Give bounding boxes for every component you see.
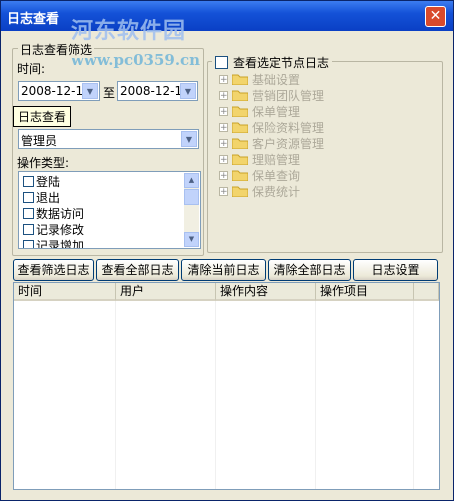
date-to-separator: 至 xyxy=(103,86,116,100)
expand-icon: + xyxy=(219,186,228,197)
expand-icon: + xyxy=(219,170,228,181)
chevron-down-icon[interactable]: ▼ xyxy=(82,83,98,99)
folder-icon xyxy=(232,170,248,181)
tooltip: 日志查看 xyxy=(13,106,72,127)
column-header-user[interactable]: 用户 xyxy=(116,283,216,301)
tree-node[interactable]: + 理赔管理 xyxy=(219,151,300,167)
chevron-down-icon[interactable]: ▼ xyxy=(180,83,196,99)
node-log-checkbox-label: 查看选定节点日志 xyxy=(233,56,330,70)
column-divider xyxy=(315,301,316,489)
tree-node[interactable]: + 客户资源管理 xyxy=(219,135,324,151)
filter-group-label: 日志查看筛选 xyxy=(18,41,95,58)
optype-scrollbar[interactable]: ▲ ▼ xyxy=(184,173,199,247)
checkbox[interactable] xyxy=(23,208,34,219)
view-all-logs-button[interactable]: 查看全部日志 xyxy=(96,259,179,281)
folder-icon xyxy=(232,74,248,85)
chevron-down-icon[interactable]: ▼ xyxy=(181,131,197,147)
tree-node[interactable]: + 保单管理 xyxy=(219,103,300,119)
tree-node[interactable]: + 营销团队管理 xyxy=(219,87,324,103)
user-select[interactable]: 管理员 ▼ xyxy=(18,129,199,149)
expand-icon: + xyxy=(219,74,228,85)
node-tree: + 基础设置 + 营销团队管理 + 保单管理 + 保险资料管理 + 客户资源管理 + 理赔管… xyxy=(203,71,433,201)
expand-icon: + xyxy=(219,154,228,165)
log-viewer-window: 日志查看 河东软件园 ✕ www.pc0359.cn 日志查看筛选 时间: 20… xyxy=(0,0,454,501)
checkbox[interactable] xyxy=(23,240,34,248)
date-from-value: 2008-12-13 xyxy=(21,84,91,98)
checkbox[interactable] xyxy=(23,224,34,235)
folder-icon xyxy=(232,90,248,101)
list-item[interactable]: 登陆 xyxy=(23,174,60,189)
list-item[interactable]: 记录修改 xyxy=(23,222,84,237)
optype-label: 操作类型: xyxy=(17,156,70,170)
scroll-up-icon[interactable]: ▲ xyxy=(184,173,199,188)
time-label: 时间: xyxy=(17,62,46,76)
column-header-item[interactable]: 操作项目 xyxy=(316,283,414,301)
folder-icon xyxy=(232,122,248,133)
view-filtered-logs-button[interactable]: 查看筛选日志 xyxy=(13,259,94,281)
folder-icon xyxy=(232,106,248,117)
folder-icon xyxy=(232,154,248,165)
tree-node[interactable]: + 保费统计 xyxy=(219,183,300,199)
expand-icon: + xyxy=(219,122,228,133)
folder-icon xyxy=(232,186,248,197)
close-icon: ✕ xyxy=(429,8,442,24)
list-item[interactable]: 退出 xyxy=(23,190,60,205)
scroll-down-icon[interactable]: ▼ xyxy=(184,232,199,247)
user-value: 管理员 xyxy=(21,134,58,148)
folder-icon xyxy=(232,138,248,149)
log-settings-button[interactable]: 日志设置 xyxy=(353,259,438,281)
node-log-checkbox[interactable] xyxy=(215,56,228,69)
scroll-thumb[interactable] xyxy=(184,189,199,205)
clear-all-logs-button[interactable]: 清除全部日志 xyxy=(268,259,351,281)
optype-list[interactable]: 登陆 退出 数据访问 记录修改 记录增加 ▲ ▼ xyxy=(18,171,201,249)
close-button[interactable]: ✕ xyxy=(425,6,446,27)
log-table[interactable]: 时间 用户 操作内容 操作项目 xyxy=(13,282,440,490)
date-from-picker[interactable]: 2008-12-13 ▼ xyxy=(18,81,100,101)
column-header-filler xyxy=(414,283,439,301)
column-divider xyxy=(215,301,216,489)
column-divider xyxy=(413,301,414,489)
node-log-checkbox-row[interactable]: 查看选定节点日志 xyxy=(212,54,333,71)
column-divider xyxy=(115,301,116,489)
window-title: 日志查看 xyxy=(7,12,60,27)
column-header-content[interactable]: 操作内容 xyxy=(216,283,316,301)
list-item[interactable]: 记录增加 xyxy=(23,238,84,248)
tree-node[interactable]: + 保险资料管理 xyxy=(219,119,324,135)
list-item[interactable]: 数据访问 xyxy=(23,206,84,221)
clear-current-logs-button[interactable]: 清除当前日志 xyxy=(181,259,266,281)
checkbox[interactable] xyxy=(23,176,34,187)
expand-icon: + xyxy=(219,106,228,117)
column-header-time[interactable]: 时间 xyxy=(14,283,116,301)
tree-node[interactable]: + 保单查询 xyxy=(219,167,300,183)
checkbox[interactable] xyxy=(23,192,34,203)
expand-icon: + xyxy=(219,138,228,149)
expand-icon: + xyxy=(219,90,228,101)
tree-node[interactable]: + 基础设置 xyxy=(219,71,300,87)
title-bar[interactable]: 日志查看 河东软件园 ✕ xyxy=(1,1,453,44)
date-to-picker[interactable]: 2008-12-13 ▼ xyxy=(117,81,198,101)
